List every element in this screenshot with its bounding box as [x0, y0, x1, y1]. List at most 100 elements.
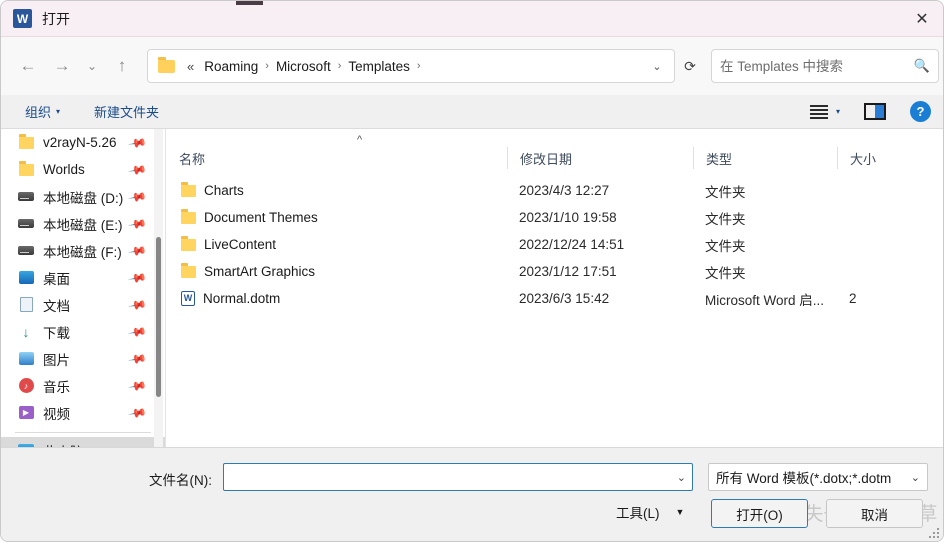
filename-field[interactable]: ⌄ [223, 463, 693, 491]
file-date-cell: 2023/4/3 12:27 [519, 183, 610, 198]
view-options-icon[interactable] [809, 104, 828, 119]
search-icon: 🔍 [913, 58, 930, 73]
sidebar-item-this-pc[interactable]: 此电脑 [1, 437, 165, 447]
organize-button[interactable]: 组织 ▾ [19, 98, 66, 125]
file-name-label: Normal.dotm [203, 291, 281, 306]
chevron-down-icon[interactable]: ▾ [836, 107, 840, 116]
content-area: v2rayN-5.26 📌 Worlds 📌 本地磁盘 (D:) 📌 本地磁盘 (E:) 📌 本… [1, 129, 943, 447]
breadcrumb-overflow[interactable]: « [182, 56, 199, 77]
tools-label: 工具(L) [616, 506, 660, 521]
up-icon[interactable]: ↑ [105, 49, 139, 83]
column-header-date[interactable]: 修改日期 [507, 147, 693, 169]
sidebar-item-2[interactable]: 本地磁盘 (D:) 📌 [1, 183, 165, 210]
drive-icon [17, 243, 35, 259]
new-folder-button[interactable]: 新建文件夹 [88, 98, 165, 125]
pin-icon[interactable]: 📌 [127, 186, 147, 206]
open-button[interactable]: 打开(O) [711, 499, 808, 528]
music-icon: ♪ [17, 378, 35, 394]
sidebar-item-label: 桌面 [43, 271, 70, 287]
file-date-cell: 2022/12/24 14:51 [519, 237, 625, 252]
pin-icon[interactable]: 📌 [127, 132, 147, 152]
pictures-icon [17, 351, 35, 367]
column-header-row: 名称 修改日期 类型 大小 [167, 143, 943, 173]
sidebar-item-10[interactable]: ▶ 视频 📌 [1, 399, 165, 426]
chevron-down-icon[interactable]: ⌄ [677, 471, 686, 484]
sidebar-item-8[interactable]: 图片 📌 [1, 345, 165, 372]
navigation-pane: v2rayN-5.26 📌 Worlds 📌 本地磁盘 (D:) 📌 本地磁盘 (E:) 📌 本… [1, 129, 166, 447]
back-icon[interactable]: ← [11, 49, 45, 83]
breadcrumb-item-templates[interactable]: Templates [343, 56, 415, 77]
chevron-right-icon[interactable]: › [263, 60, 271, 72]
divider [15, 432, 151, 433]
help-icon[interactable]: ? [910, 101, 931, 122]
pin-icon[interactable]: 📌 [127, 402, 147, 422]
drive-icon [17, 189, 35, 205]
cancel-button[interactable]: 取消 [826, 499, 923, 528]
downloads-icon: ↓ [22, 323, 30, 340]
resize-grip[interactable] [927, 526, 939, 538]
tools-button[interactable]: 工具(L) ▼ [616, 502, 684, 522]
breadcrumb-item-roaming[interactable]: Roaming [199, 56, 263, 77]
sidebar-item-label: 文档 [43, 298, 70, 314]
file-name-cell: Document Themes [167, 209, 507, 225]
folder-icon [181, 209, 196, 224]
file-type-filter[interactable]: 所有 Word 模板(*.dotx;*.dotm ⌄ [708, 463, 928, 491]
filename-label: 文件名(N): [149, 473, 212, 488]
column-header-size[interactable]: 大小 [837, 147, 943, 169]
column-header-type[interactable]: 类型 [693, 147, 837, 169]
breadcrumb-item-microsoft[interactable]: Microsoft [271, 56, 336, 77]
word-file-icon: W [181, 291, 195, 306]
sidebar-item-9[interactable]: ♪ 音乐 📌 [1, 372, 165, 399]
forward-icon[interactable]: → [45, 49, 79, 83]
pin-icon[interactable]: 📌 [127, 321, 147, 341]
file-name-label: LiveContent [204, 237, 277, 252]
sidebar-item-7[interactable]: ↓ 下载 📌 [1, 318, 165, 345]
chevron-right-icon[interactable]: › [336, 60, 344, 72]
chevron-down-icon: ⌄ [910, 471, 920, 484]
new-folder-label: 新建文件夹 [94, 105, 160, 120]
sidebar-item-label: Worlds [43, 162, 85, 177]
table-row[interactable]: Charts 2023/4/3 12:27 文件夹 [167, 177, 943, 204]
filename-input[interactable] [230, 465, 670, 489]
file-name-cell: Charts [167, 182, 507, 198]
sidebar-item-3[interactable]: 本地磁盘 (E:) 📌 [1, 210, 165, 237]
sidebar-item-4[interactable]: 本地磁盘 (F:) 📌 [1, 237, 165, 264]
pin-icon[interactable]: 📌 [127, 213, 147, 233]
pin-icon[interactable]: 📌 [127, 348, 147, 368]
pin-icon[interactable]: 📌 [127, 240, 147, 260]
file-date-cell: 2023/1/12 17:51 [519, 264, 617, 279]
sidebar-item-1[interactable]: Worlds 📌 [1, 156, 165, 183]
recent-locations-icon[interactable]: ⌄ [79, 49, 105, 83]
column-header-name[interactable]: 名称 [167, 147, 507, 169]
table-row[interactable]: LiveContent 2022/12/24 14:51 文件夹 [167, 231, 943, 258]
sidebar-scrollbar-thumb[interactable] [156, 237, 161, 397]
chevron-down-icon: ▼ [675, 507, 685, 517]
sidebar-item-label: 本地磁盘 (F:) [43, 244, 122, 260]
sidebar-item-5[interactable]: 桌面 📌 [1, 264, 165, 291]
file-name-label: Charts [204, 183, 244, 198]
sidebar-item-6[interactable]: 文档 📌 [1, 291, 165, 318]
sidebar-item-0[interactable]: v2rayN-5.26 📌 [1, 129, 165, 156]
file-type-cell: 文件夹 [705, 238, 746, 254]
close-icon[interactable]: ✕ [899, 1, 943, 36]
table-row[interactable]: W Normal.dotm 2023/6/3 15:42 Microsoft Word… [167, 285, 943, 312]
file-list-pane: ^ 名称 修改日期 类型 大小 Charts 2023/4/3 12:27 文件夹 D… [167, 129, 943, 447]
pin-icon[interactable]: 📌 [127, 375, 147, 395]
pin-icon[interactable]: 📌 [127, 159, 147, 179]
pin-icon[interactable]: 📌 [127, 294, 147, 314]
refresh-icon[interactable]: ⟳ [675, 49, 705, 83]
chevron-down-icon[interactable]: ⌄ [644, 53, 670, 79]
table-row[interactable]: SmartArt Graphics 2023/1/12 17:51 文件夹 [167, 258, 943, 285]
folder-icon [181, 182, 196, 197]
preview-pane-icon[interactable] [864, 103, 886, 120]
address-bar[interactable]: « Roaming › Microsoft › Templates › ⌄ [147, 49, 675, 83]
search-box[interactable]: 🔍 [711, 49, 939, 83]
table-row[interactable]: Document Themes 2023/1/10 19:58 文件夹 [167, 204, 943, 231]
sidebar-scrollbar[interactable] [154, 129, 163, 447]
pin-icon[interactable]: 📌 [127, 267, 147, 287]
file-name-cell: W Normal.dotm [167, 291, 507, 306]
toolbar-right-group: ▾ ? [809, 101, 943, 122]
search-input[interactable] [720, 58, 910, 74]
chevron-right-icon[interactable]: › [415, 60, 423, 72]
file-name-cell: SmartArt Graphics [167, 263, 507, 279]
